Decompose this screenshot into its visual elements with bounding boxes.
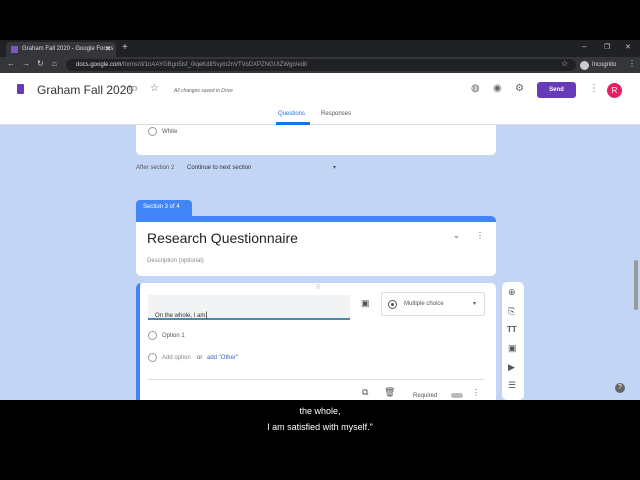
home-icon[interactable]: ⌂: [52, 59, 57, 68]
drag-handle-icon[interactable]: ⠿: [316, 284, 320, 291]
preview-eye-icon[interactable]: ◉: [493, 83, 502, 94]
section-badge: Section 3 of 4: [136, 200, 192, 216]
section-more-icon[interactable]: ⋮: [476, 231, 484, 240]
option-radio[interactable]: [148, 127, 157, 136]
duplicate-icon[interactable]: ⧉: [362, 387, 368, 398]
browser-tab[interactable]: Graham Fall 2020 - Google Forms ✕: [6, 42, 116, 57]
more-menu-icon[interactable]: ⋮: [589, 83, 599, 94]
question-title-input[interactable]: On the whole, I am|: [148, 295, 350, 320]
add-title-icon[interactable]: TT: [507, 325, 517, 334]
forward-icon[interactable]: →: [22, 59, 30, 68]
section-header-card: Research Questionnaire Description (opti…: [136, 216, 496, 276]
minimize-icon[interactable]: –: [582, 42, 586, 51]
incognito-label[interactable]: Incognito: [592, 62, 616, 68]
question-card: ⠿ On the whole, I am| ▣ Multiple choice …: [136, 283, 496, 400]
after-section-label: After section 2: [136, 165, 175, 171]
video-subtitles: the whole, I am satisfied with myself.": [0, 400, 640, 480]
question-more-icon[interactable]: ⋮: [472, 388, 480, 397]
forms-favicon-icon: [11, 46, 18, 53]
collapse-icon[interactable]: ⌄: [453, 231, 460, 240]
forms-logo-icon: [17, 84, 24, 94]
dropdown-arrow-icon: ▾: [472, 301, 476, 307]
new-tab-icon[interactable]: +: [122, 42, 128, 53]
option-label: White: [162, 129, 178, 135]
send-button[interactable]: Send: [537, 82, 576, 98]
forms-header: Graham Fall 2020 ▭ ☆ All changes saved i…: [0, 73, 640, 125]
add-image-icon[interactable]: ▣: [361, 298, 370, 309]
form-editor: White After section 2 Continue to next s…: [0, 125, 640, 400]
url-input[interactable]: docs.google.com/forms/d/1nAAYGBgn5lsf_0i…: [66, 59, 576, 71]
subtitle-line-1: the whole,: [299, 406, 341, 416]
star-icon[interactable]: ☆: [150, 83, 159, 94]
import-questions-icon[interactable]: ⎘: [508, 306, 515, 317]
save-status: All changes saved in Drive: [174, 88, 233, 94]
tab-responses[interactable]: Responses: [321, 111, 351, 117]
add-option-link[interactable]: Add option: [162, 355, 191, 361]
tab-questions[interactable]: Questions: [278, 111, 305, 117]
avatar[interactable]: R: [607, 83, 622, 98]
add-other-link[interactable]: add "Other": [207, 355, 238, 361]
address-bar-row: ← → ↻ ⌂ docs.google.com/forms/d/1nAAYGBg…: [0, 57, 640, 73]
help-icon[interactable]: ?: [615, 383, 625, 393]
required-toggle[interactable]: [451, 393, 463, 398]
settings-gear-icon[interactable]: ⚙: [515, 83, 524, 94]
restore-icon[interactable]: ❐: [604, 43, 610, 51]
add-option-radio: [148, 353, 157, 362]
divider: [148, 379, 484, 380]
after-section-dropdown[interactable]: Continue to next section ▾: [186, 163, 338, 175]
section-description-input[interactable]: Description (optional): [147, 258, 204, 264]
subtitle-line-2: I am satisfied with myself.": [267, 422, 373, 432]
browser-tab-bar: Graham Fall 2020 - Google Forms ✕ + – ❐ …: [0, 40, 640, 57]
reload-icon[interactable]: ↻: [37, 59, 44, 68]
add-section-icon[interactable]: ☰: [508, 380, 516, 391]
option-radio[interactable]: [148, 331, 157, 340]
section-title[interactable]: Research Questionnaire: [147, 230, 298, 246]
required-label: Required: [413, 393, 438, 399]
delete-trash-icon[interactable]: 🗑: [384, 387, 395, 398]
bookmark-star-icon[interactable]: ☆: [561, 59, 568, 68]
add-question-icon[interactable]: ⊕: [508, 287, 516, 298]
close-tab-icon[interactable]: ✕: [105, 45, 111, 53]
radio-type-icon: [388, 300, 397, 309]
floating-toolbar: ⊕ ⎘ TT ▣ ▶ ☰: [502, 282, 524, 400]
previous-section-card: White: [136, 125, 496, 155]
folder-icon[interactable]: ▭: [128, 83, 137, 94]
close-window-icon[interactable]: ✕: [625, 43, 631, 51]
incognito-icon: [580, 61, 589, 70]
back-icon[interactable]: ←: [7, 59, 15, 68]
form-title[interactable]: Graham Fall 2020: [37, 83, 133, 97]
scrollbar[interactable]: [634, 260, 638, 310]
option-1-input[interactable]: Option 1: [162, 333, 185, 339]
palette-icon[interactable]: ◍: [471, 83, 480, 94]
question-type-dropdown[interactable]: Multiple choice ▾: [381, 292, 485, 316]
dropdown-arrow-icon: ▾: [332, 165, 336, 171]
add-image-icon[interactable]: ▣: [508, 343, 517, 354]
add-video-icon[interactable]: ▶: [508, 362, 515, 373]
browser-menu-icon[interactable]: ⋮: [628, 59, 636, 68]
